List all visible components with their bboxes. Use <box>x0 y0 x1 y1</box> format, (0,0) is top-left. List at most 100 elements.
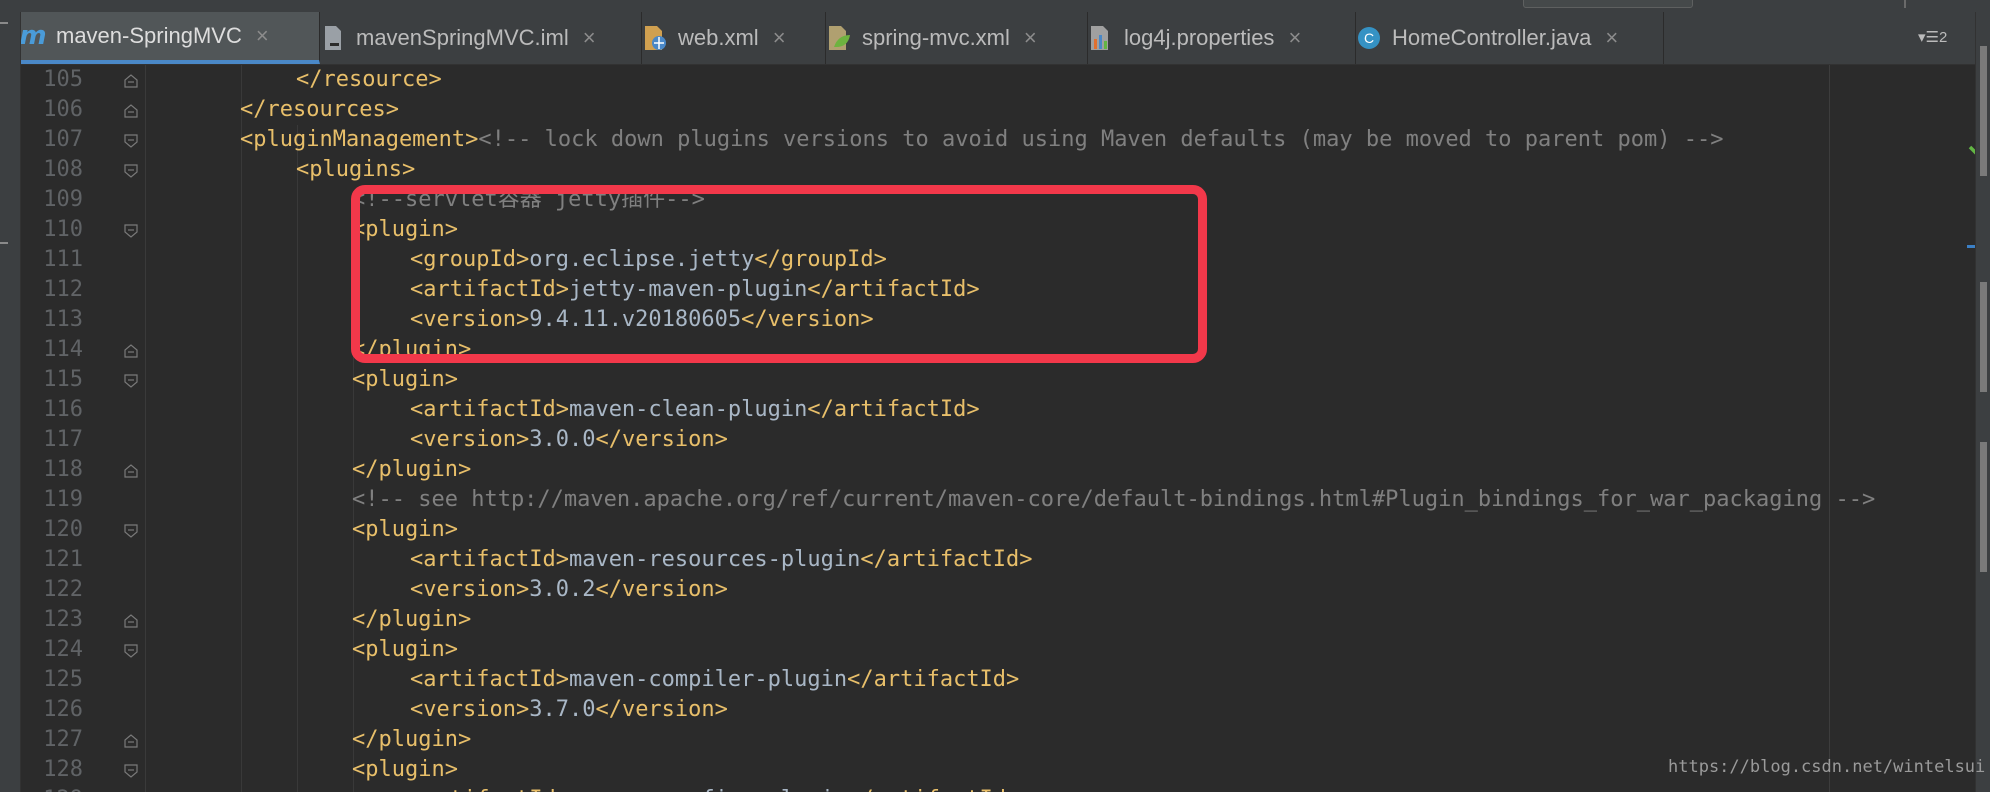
xml-text-token: jetty-maven-plugin <box>568 277 808 302</box>
code-line[interactable]: <version>9.4.11.v20180605</version> <box>410 305 874 335</box>
line-number: 111 <box>43 247 83 272</box>
fold-close-icon[interactable] <box>124 73 138 88</box>
tab-spring-mvc-xml[interactable]: spring-mvc.xml × <box>826 12 1088 64</box>
xml-tag-token: <version> <box>410 577 530 602</box>
tab-label: maven-SpringMVC <box>56 23 242 48</box>
code-line[interactable]: <artifactId>maven-compiler-plugin</artif… <box>410 665 1019 695</box>
tab-close-icon[interactable]: × <box>583 25 596 51</box>
xml-tag-token: </version> <box>595 427 728 452</box>
code-line[interactable]: </plugin> <box>352 725 471 755</box>
code-line[interactable]: <plugin> <box>352 515 458 545</box>
code-line[interactable]: <!-- see http://maven.apache.org/ref/cur… <box>352 485 1875 515</box>
properties-file-icon <box>1088 25 1114 51</box>
code-line[interactable]: </plugin> <box>352 455 471 485</box>
line-number: 123 <box>43 607 83 632</box>
fold-close-icon[interactable] <box>124 343 138 358</box>
line-number: 124 <box>43 637 83 662</box>
xml-comment-token: <!-- see http://maven.apache.org/ref/cur… <box>352 487 1876 512</box>
fold-open-icon[interactable] <box>124 223 138 238</box>
right-tool-strip <box>1975 12 1990 792</box>
line-number: 115 <box>43 367 83 392</box>
xml-tag-token: <version> <box>410 427 530 452</box>
xml-tag-token: </version> <box>595 697 728 722</box>
code-line[interactable]: <artifactId>maven-clean-plugin</artifact… <box>410 395 980 425</box>
code-line[interactable]: <artifactId>jetty-maven-plugin</artifact… <box>410 275 980 305</box>
line-number: 122 <box>43 577 83 602</box>
xml-tag-token: </plugin> <box>352 607 472 632</box>
line-number: 120 <box>43 517 83 542</box>
tab-close-icon[interactable]: × <box>1024 25 1037 51</box>
indent-guide <box>241 65 242 792</box>
tab-list-count: 2 <box>1938 29 1948 46</box>
xml-tag-token: <plugin> <box>352 757 458 782</box>
tab-label: web.xml <box>678 25 759 50</box>
tab-close-icon[interactable]: × <box>256 23 269 49</box>
code-line[interactable]: <pluginManagement><!-- lock down plugins… <box>240 125 1723 155</box>
xml-text-token: maven-clean-plugin <box>568 397 808 422</box>
tab-list-menu[interactable]: ▾☰2 <box>1918 28 1947 46</box>
tab-mavenspringmvc-iml[interactable]: mavenSpringMVC.iml × <box>320 12 642 64</box>
code-line[interactable]: <!--servlet容器 jetty插件--> <box>352 185 705 215</box>
code-line[interactable]: </plugin> <box>352 335 471 365</box>
xml-tag-token: </artifactId> <box>807 277 980 302</box>
scrollbar-position-marker[interactable] <box>1967 245 1975 248</box>
tab-close-icon[interactable]: × <box>1605 25 1618 51</box>
tab-close-icon[interactable]: × <box>1288 25 1301 51</box>
xml-tag-token: <pluginManagement> <box>240 127 479 152</box>
svg-text:C: C <box>1364 30 1374 46</box>
code-line[interactable]: <plugins> <box>296 155 415 185</box>
fold-open-icon[interactable] <box>124 133 138 148</box>
fold-open-icon[interactable] <box>124 643 138 658</box>
code-line[interactable]: <groupId>org.eclipse.jetty</groupId> <box>410 245 887 275</box>
inspection-ok-icon[interactable] <box>1968 137 1975 161</box>
xml-tag-token: </artifactId> <box>847 667 1020 692</box>
tool-window-button-maven[interactable] <box>1980 46 1987 176</box>
code-line[interactable]: <artifactId>maven-surefire-plugin</artif… <box>410 785 1019 792</box>
code-line[interactable]: <plugin> <box>352 365 458 395</box>
fold-close-icon[interactable] <box>124 613 138 628</box>
fold-open-icon[interactable] <box>124 163 138 178</box>
fold-open-icon[interactable] <box>124 373 138 388</box>
fold-close-icon[interactable] <box>124 103 138 118</box>
tab-label: mavenSpringMVC.iml <box>356 25 569 50</box>
xml-tag-token: <version> <box>410 697 530 722</box>
code-editor[interactable]: 105 106 107 108 109 110 111 112 113 114 115 116 117 1… <box>21 65 1975 792</box>
fold-open-icon[interactable] <box>124 523 138 538</box>
code-line[interactable]: </resource> <box>296 65 442 95</box>
code-line[interactable]: <plugin> <box>352 215 458 245</box>
tool-strip-mark <box>0 242 8 244</box>
fold-open-icon[interactable] <box>124 763 138 778</box>
tab-close-icon[interactable]: × <box>773 25 786 51</box>
line-number: 112 <box>43 277 83 302</box>
xml-text-token: org.eclipse.jetty <box>529 247 755 272</box>
line-number: 108 <box>43 157 83 182</box>
code-line[interactable]: <plugin> <box>352 755 458 785</box>
xml-text-token: maven-resources-plugin <box>568 547 861 572</box>
toolbar-separator <box>1904 0 1906 8</box>
code-line[interactable]: </plugin> <box>352 605 471 635</box>
xml-text-token: 3.0.2 <box>529 577 596 602</box>
xml-text-token: maven-compiler-plugin <box>568 667 848 692</box>
tab-maven-springmvc[interactable]: m maven-SpringMVC × <box>19 12 320 64</box>
code-line[interactable]: <version>3.0.2</version> <box>410 575 728 605</box>
top-toolbar-strip <box>0 0 1990 12</box>
code-line[interactable]: <version>3.7.0</version> <box>410 695 728 725</box>
java-class-icon: C <box>1356 25 1382 51</box>
tab-web-xml[interactable]: web.xml × <box>642 12 826 64</box>
tab-log4j-properties[interactable]: log4j.properties × <box>1088 12 1356 64</box>
code-line[interactable]: <version>3.0.0</version> <box>410 425 728 455</box>
tool-window-button-database[interactable] <box>1980 442 1987 572</box>
code-line[interactable]: <plugin> <box>352 635 458 665</box>
code-line[interactable]: <artifactId>maven-resources-plugin</arti… <box>410 545 1033 575</box>
line-number: 127 <box>43 727 83 752</box>
fold-gutter-line <box>145 65 146 792</box>
line-number: 106 <box>43 97 83 122</box>
fold-close-icon[interactable] <box>124 463 138 478</box>
line-number: 107 <box>43 127 83 152</box>
xml-comment-token: <!--servlet容器 jetty插件--> <box>352 187 705 212</box>
tool-window-button-ant[interactable] <box>1980 282 1987 392</box>
toolbar-search-field[interactable] <box>1523 0 1693 8</box>
fold-close-icon[interactable] <box>124 733 138 748</box>
code-line[interactable]: </resources> <box>240 95 399 125</box>
tab-homecontroller-java[interactable]: C HomeController.java × <box>1356 12 1664 64</box>
